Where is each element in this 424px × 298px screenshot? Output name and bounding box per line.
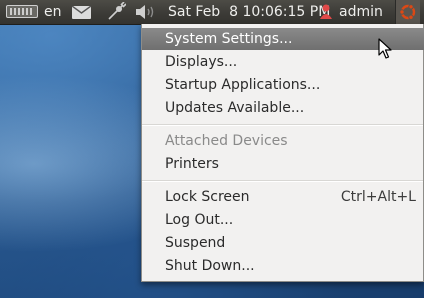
mouse-cursor-icon xyxy=(378,38,392,59)
session-menu: System Settings... Displays... Startup A… xyxy=(141,24,424,282)
menu-item-updates-available[interactable]: Updates Available... xyxy=(142,97,424,119)
session-menu-button[interactable] xyxy=(395,0,420,24)
menu-item-label: Updates Available... xyxy=(165,100,305,116)
keyboard-icon[interactable] xyxy=(6,5,38,18)
menu-item-label: Shut Down... xyxy=(165,258,255,274)
mail-icon[interactable] xyxy=(72,6,91,19)
menu-item-label: System Settings... xyxy=(165,31,293,47)
menu-separator xyxy=(142,124,423,126)
menu-item-label: Log Out... xyxy=(165,212,234,228)
user-icon xyxy=(320,4,332,19)
top-panel: en Sat Feb 8 10:06:15 PM admin xyxy=(0,0,424,25)
menu-item-printers[interactable]: Printers xyxy=(142,153,424,175)
menu-item-label: Startup Applications... xyxy=(165,77,321,93)
menu-item-label: Attached Devices xyxy=(165,133,288,149)
menu-separator xyxy=(142,180,423,182)
menu-item-log-out[interactable]: Log Out... xyxy=(142,209,424,231)
user-name: admin xyxy=(339,4,383,20)
menu-item-shut-down[interactable]: Shut Down... xyxy=(142,255,424,277)
menu-item-label: Lock Screen xyxy=(165,189,250,205)
keyboard-layout-label[interactable]: en xyxy=(44,0,62,24)
menu-item-lock-screen[interactable]: Lock Screen Ctrl+Alt+L xyxy=(142,186,424,208)
menu-item-label: Suspend xyxy=(165,235,226,251)
volume-icon[interactable] xyxy=(134,0,156,24)
clock[interactable]: Sat Feb 8 10:06:15 PM xyxy=(168,0,330,24)
menu-header-attached-devices: Attached Devices xyxy=(142,130,424,152)
menu-item-startup-applications[interactable]: Startup Applications... xyxy=(142,74,424,96)
menu-item-suspend[interactable]: Suspend xyxy=(142,232,424,254)
ubuntu-logo-icon xyxy=(399,4,416,20)
menu-item-accelerator: Ctrl+Alt+L xyxy=(340,189,416,205)
menu-item-label: Printers xyxy=(165,156,219,172)
menu-item-label: Displays... xyxy=(165,54,238,70)
user-menu[interactable]: admin xyxy=(319,0,383,24)
network-icon[interactable] xyxy=(106,0,126,24)
